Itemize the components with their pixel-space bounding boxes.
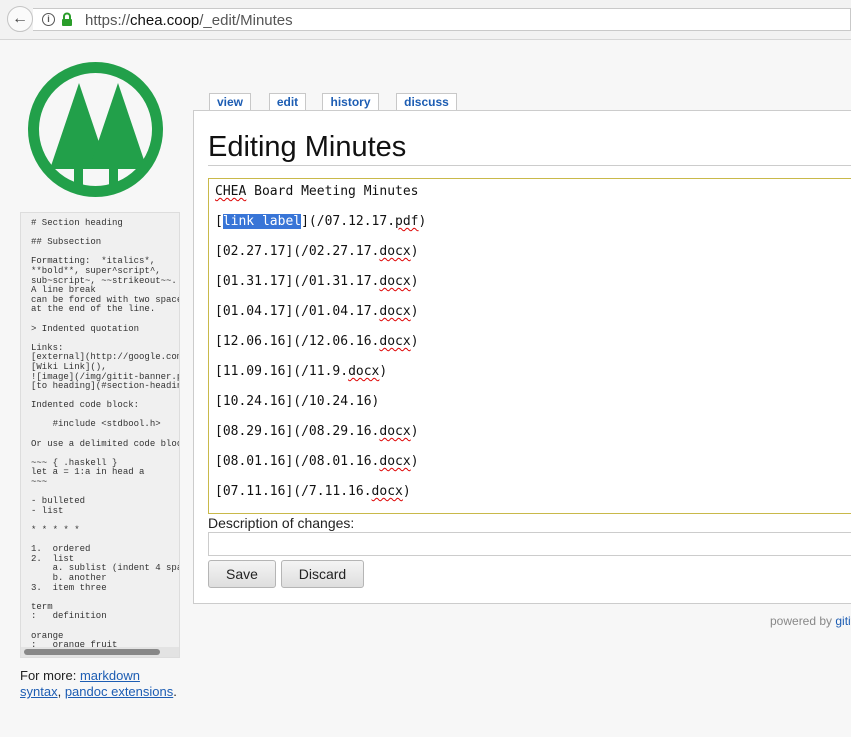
editor-line-entry: [08.29.16](/08.29.16.docx) [215,424,419,439]
back-arrow-icon[interactable]: ← [7,6,33,32]
pandoc-extensions-link[interactable]: pandoc extensions [65,684,173,699]
editor-line-entry: [01.31.17](/01.31.17.docx) [215,274,419,289]
site-logo-trees-icon[interactable] [27,61,164,198]
powered-by: powered by gitit [770,614,851,628]
address-bar[interactable]: i https://chea.coop/_edit/Minutes [33,8,851,31]
url-scheme: https:// [85,12,131,29]
save-button[interactable]: Save [208,560,276,588]
cheatsheet-scrollbar[interactable] [21,647,179,657]
tab-history[interactable]: history [322,93,379,110]
editor-line-entry: [08.01.16](/08.01.16.docx) [215,454,419,469]
editor-line-entry: [11.09.16](/11.9.docx) [215,364,388,379]
browser-toolbar: ← i https://chea.coop/_edit/Minutes [0,0,851,40]
discard-button[interactable]: Discard [281,560,364,588]
description-label: Description of changes: [208,515,355,531]
info-icon[interactable]: i [42,13,55,26]
tab-edit[interactable]: edit [269,93,306,111]
editor-line-link: [link label](/07.12.17.pdf) [215,214,427,229]
cheatsheet-text: # Section heading ## Subsection Formatti… [31,218,180,651]
editor-line-entry: [10.24.16](/10.24.16) [215,394,380,409]
period: . [173,684,177,699]
lock-icon [62,12,72,26]
editor-line-heading: CHEA Board Meeting Minutes [215,184,419,199]
for-more-label: For more: [20,668,77,683]
title-divider [208,165,851,166]
url-host: chea.coop [130,12,200,29]
separator: , [57,684,62,699]
description-input[interactable] [208,532,851,556]
markdown-syntax-link[interactable]: markdown [80,668,140,683]
editor-line-entry: [12.06.16](/12.06.16.docx) [215,334,419,349]
tab-discuss[interactable]: discuss [396,93,457,110]
editor-line-entry: [07.11.16](/7.11.16.docx) [215,484,411,499]
editor-line-entry: [01.04.17](/01.04.17.docx) [215,304,419,319]
tab-view[interactable]: view [209,93,251,110]
url-text: https://chea.coop/_edit/Minutes [85,12,293,29]
for-more-help: For more: markdown syntax, pandoc extens… [20,668,190,700]
url-path: /_edit/Minutes [199,12,293,29]
page-title: Editing Minutes [208,131,407,163]
markdown-syntax-link-cont[interactable]: syntax [20,684,58,699]
scrollbar-thumb[interactable] [24,649,160,655]
gitit-link[interactable]: gitit [835,614,851,628]
markdown-editor[interactable]: CHEA Board Meeting Minutes [link label](… [208,178,851,514]
editor-line-entry: [02.27.17](/02.27.17.docx) [215,244,419,259]
selected-text: link label [222,214,302,229]
markdown-cheatsheet: # Section heading ## Subsection Formatti… [20,212,180,658]
